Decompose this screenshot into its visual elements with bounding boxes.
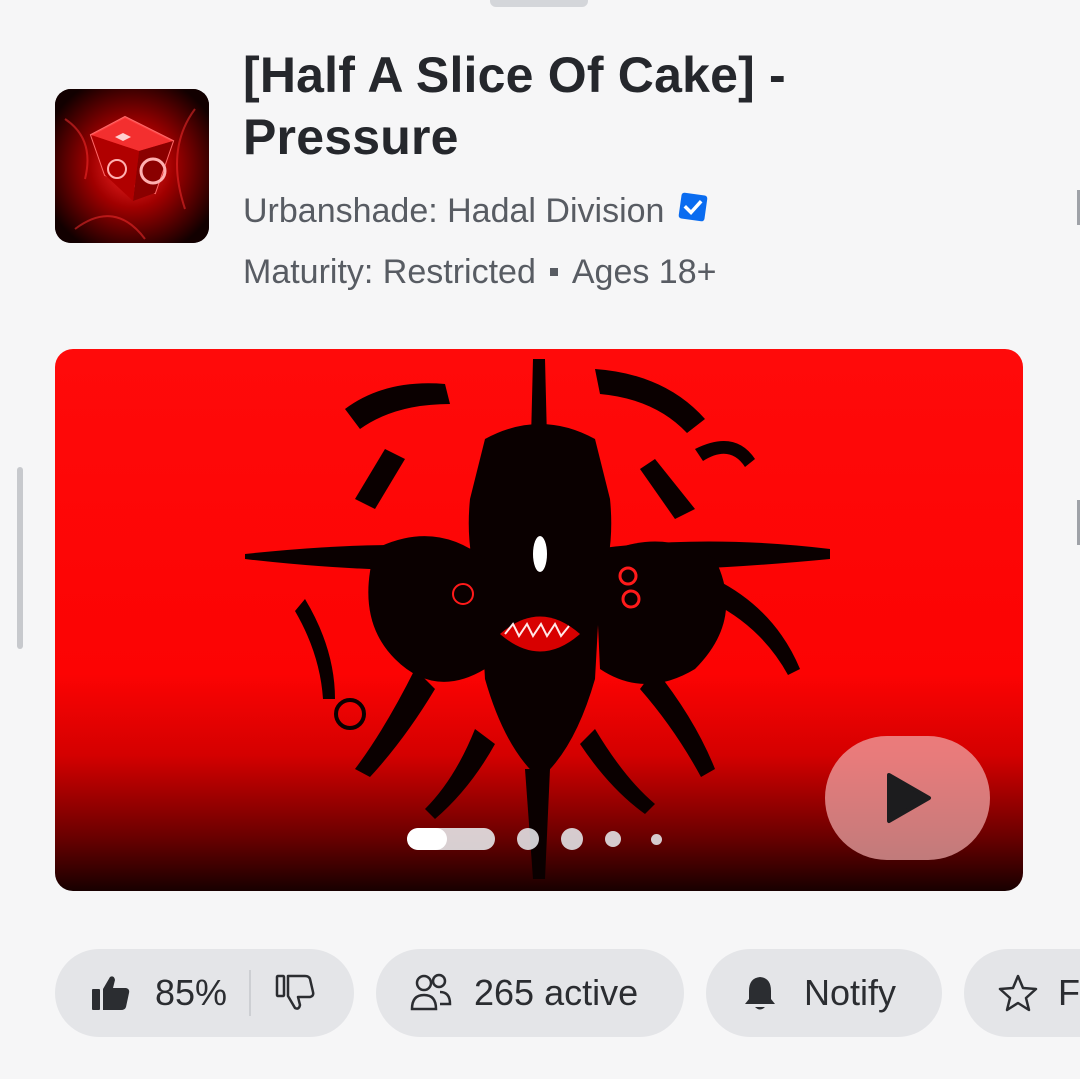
game-icon: [55, 89, 209, 243]
creator-name[interactable]: Urbanshade: Hadal Division: [243, 192, 664, 231]
people-icon: [410, 973, 452, 1011]
game-title: [Half A Slice Of Cake] - Pressure: [243, 44, 1023, 168]
rating-value: 85%: [155, 972, 228, 1013]
play-video-button[interactable]: [825, 736, 990, 860]
carousel-dot[interactable]: [561, 828, 583, 850]
active-players-pill: 265 active: [376, 949, 684, 1037]
carousel-indicators[interactable]: [407, 827, 662, 851]
game-title-line: [Half A Slice Of Cake] -: [243, 47, 786, 103]
notify-label: Notify: [804, 972, 897, 1013]
notify-button[interactable]: Notify: [706, 949, 942, 1037]
age-label: Ages 18+: [571, 252, 717, 291]
maturity-row: Maturity: Restricted Ages 18+: [243, 250, 716, 294]
verified-badge-icon: [679, 192, 708, 222]
creator-row[interactable]: Urbanshade: Hadal Division: [243, 188, 710, 234]
thumbs-down-icon[interactable]: [275, 974, 315, 1012]
favorite-button[interactable]: F: [964, 949, 1080, 1037]
bell-icon: [745, 977, 775, 1010]
cube-logo-icon: [55, 89, 209, 243]
carousel-dot[interactable]: [517, 828, 539, 850]
carousel-dot-active[interactable]: [407, 828, 495, 850]
carousel-dot[interactable]: [605, 831, 621, 847]
sheet-drag-handle[interactable]: [490, 0, 588, 7]
scroll-indicator: [17, 467, 23, 649]
active-players-count: 265 active: [474, 972, 639, 1013]
separator-dot: [549, 268, 558, 276]
vote-divider: [249, 970, 252, 1016]
star-icon: [998, 974, 1038, 1012]
maturity-label: Maturity: Restricted: [243, 252, 536, 291]
media-carousel[interactable]: [55, 349, 1023, 891]
thumbs-up-icon[interactable]: [91, 974, 131, 1012]
game-title-line: Pressure: [243, 109, 459, 165]
carousel-dot[interactable]: [651, 833, 662, 845]
vote-pill: 85%: [55, 949, 354, 1037]
stats-row: 85% 265 active Notify F: [55, 949, 1080, 1037]
play-icon: [886, 773, 931, 823]
favorite-label: F: [1058, 972, 1080, 1013]
